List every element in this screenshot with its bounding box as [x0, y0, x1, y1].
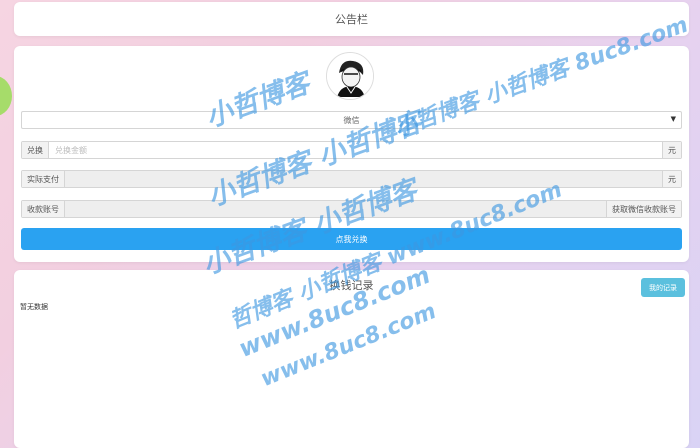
notice-title: 公告栏	[335, 13, 368, 26]
records-title: 换钱记录	[329, 279, 374, 292]
account-input-group: 收款账号 获取微信收款账号	[21, 200, 682, 218]
payment-method-value: 微信	[343, 115, 360, 125]
my-records-button[interactable]: 我的记录	[641, 278, 685, 297]
notice-board: 公告栏	[14, 2, 689, 36]
records-empty-text: 暂无数据	[20, 303, 48, 311]
amount-input-group: 兑换 兑换金额 元	[21, 141, 682, 159]
actual-pay-group: 实际支付 元	[21, 170, 682, 188]
exchange-form: 微信 ▼ 兑换 兑换金额 元 实际支付 元 收款账号 获取微信收款账号 点我兑换	[14, 46, 689, 262]
avatar	[326, 52, 374, 100]
exchange-records: 换钱记录 我的记录 暂无数据	[14, 270, 689, 448]
get-account-button[interactable]: 获取微信收款账号	[606, 201, 681, 217]
amount-label: 兑换	[22, 142, 49, 158]
actual-pay-field	[65, 171, 662, 187]
actual-pay-unit: 元	[662, 171, 681, 187]
actual-pay-label: 实际支付	[22, 171, 65, 187]
decorative-blob	[0, 76, 12, 116]
exchange-submit-button[interactable]: 点我兑换	[21, 228, 682, 250]
amount-input[interactable]: 兑换金额	[49, 142, 662, 158]
account-label: 收款账号	[22, 201, 65, 217]
payment-method-select[interactable]: 微信 ▼	[21, 111, 682, 129]
dropdown-caret-icon: ▼	[670, 115, 676, 123]
amount-unit: 元	[662, 142, 681, 158]
account-field	[65, 201, 606, 217]
